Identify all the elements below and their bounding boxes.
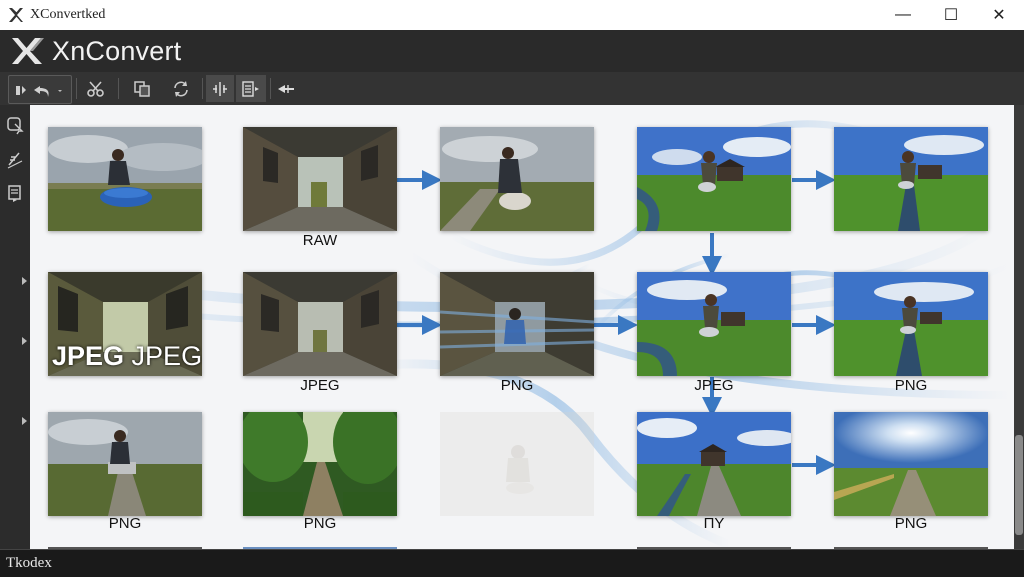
close-icon: ✕ (992, 7, 1006, 24)
thumbnail-man-barrel-2[interactable] (440, 127, 594, 231)
undo-group-button[interactable] (8, 75, 72, 104)
thumbnail-man-crate[interactable] (48, 412, 202, 516)
maximize-icon: ☐ (943, 7, 959, 24)
thumbnail-alley-raw[interactable] (243, 127, 397, 231)
left-tool-strip (0, 105, 30, 549)
caption-row3-col1: PNG (108, 515, 142, 532)
cut-button[interactable] (82, 75, 110, 102)
preview-canvas: RAW JPEG JPEG JPEG PNG JPEG PNG PNG PNG … (30, 105, 1014, 549)
thumbnail-forest-path[interactable] (243, 412, 397, 516)
list-button[interactable] (236, 75, 266, 102)
rotate-button[interactable] (166, 75, 196, 102)
copy-button[interactable] (128, 75, 156, 102)
expand-caret-icon[interactable] (22, 277, 27, 285)
window-title: XConvertked (30, 7, 106, 22)
caption-row1-col2: RAW (302, 232, 338, 249)
undo-icon (16, 85, 62, 97)
caption-row2-col5: PNG (894, 377, 928, 394)
jpeg-overlay-label: JPEG JPEG (52, 341, 202, 371)
copy-icon (134, 80, 150, 97)
caption-row3-col2: PNG (303, 515, 337, 532)
caption-row3-col4: ПY (703, 515, 725, 532)
status-bar: Tkodex (0, 549, 1024, 577)
list-icon (242, 80, 259, 97)
status-text: Tkodex (6, 555, 52, 571)
caption-row3-col5: PNG (894, 515, 928, 532)
brand-bar: XnConvert (0, 30, 1024, 72)
app-brand-name: XnConvert (52, 36, 182, 66)
rotate-icon (174, 80, 188, 97)
thumbnail-field-figure-2[interactable] (834, 272, 988, 376)
thumbnail-canal-figure-2[interactable] (637, 272, 791, 376)
compare-button[interactable] (206, 75, 234, 102)
thumbnail-canal-figure-1[interactable] (637, 127, 791, 231)
scrollbar-thumb[interactable] (1015, 435, 1023, 535)
flip-icon (278, 84, 294, 93)
maximize-button[interactable]: ☐ (928, 0, 974, 30)
flip-button[interactable] (272, 75, 300, 102)
pen-icon[interactable] (5, 149, 25, 169)
document-icon[interactable] (5, 183, 25, 203)
thumbnail-blurred-png[interactable] (440, 272, 594, 376)
pointer-icon[interactable] (5, 115, 25, 135)
thumbnail-road-barn[interactable] (637, 412, 791, 516)
main-toolbar (0, 72, 1024, 105)
expand-caret-icon[interactable] (22, 417, 27, 425)
app-icon (9, 8, 23, 22)
scissors-icon (87, 80, 104, 97)
caption-row2-col2: JPEG (300, 377, 340, 394)
thumbnail-alley-jpeg-2[interactable] (243, 272, 397, 376)
caption-row2-col3: PNG (500, 377, 534, 394)
xn-logo-icon (12, 38, 44, 64)
thumbnail-faded-placeholder[interactable] (440, 412, 594, 516)
thumbnail-man-barrel-1[interactable] (48, 127, 202, 231)
minimize-button[interactable]: — (880, 0, 926, 30)
thumbnail-sunset-road[interactable] (834, 412, 988, 516)
compare-icon (213, 81, 227, 96)
title-bar: XConvertked — ☐ ✕ (0, 0, 1024, 30)
thumbnail-alley-jpeg-1[interactable]: JPEG JPEG (48, 272, 202, 376)
expand-caret-icon[interactable] (22, 337, 27, 345)
minimize-icon: — (895, 6, 911, 23)
close-button[interactable]: ✕ (976, 0, 1022, 30)
thumbnail-field-figure-1[interactable] (834, 127, 988, 231)
caption-row2-col4: JPEG (694, 377, 734, 394)
vertical-scrollbar[interactable] (1014, 105, 1024, 549)
